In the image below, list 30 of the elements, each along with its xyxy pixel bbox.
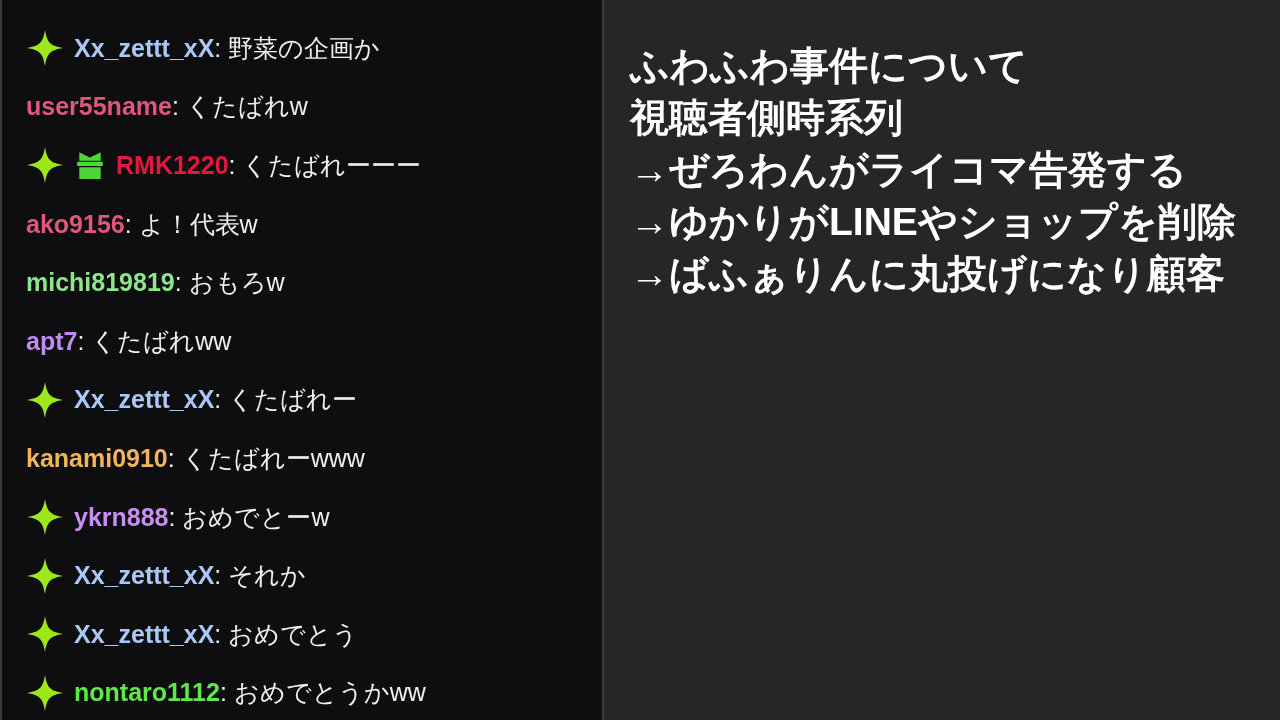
gift-icon [74, 150, 106, 181]
message-text: : くたばれw [171, 92, 308, 121]
message-text: : おめでとーw [168, 502, 330, 531]
username: Xx_zettt_xX [74, 619, 215, 648]
username: ykrn888 [74, 502, 169, 531]
message-text: : くたばれー [214, 385, 358, 414]
message-text: : くたばれーーー [228, 151, 422, 179]
message-text: : おもろw [174, 268, 285, 297]
message-text: : それか [214, 561, 307, 590]
message-text: : おめでとうかww [219, 678, 426, 707]
username: Xx_zettt_xX [74, 385, 215, 414]
message-text: : よ！代表w [124, 209, 258, 238]
username: apt7 [26, 326, 78, 355]
message-text: : くたばれww [77, 326, 232, 355]
note-line: ふわふわ事件について [630, 43, 1029, 89]
username: kanami0910 [26, 443, 168, 472]
username: Xx_zettt_xX [74, 561, 215, 590]
note-line: →ゆかりがLINEやショップを削除 [630, 199, 1237, 245]
note-line: →ばふぁりんに丸投げになり顧客 [630, 251, 1226, 298]
username: ako9156 [26, 209, 125, 238]
username: nontaro1112 [74, 678, 220, 707]
message-text: : くたばれーwww [167, 443, 365, 472]
message-text: : 野菜の企画か [214, 33, 381, 62]
message-text: : おめでとう [214, 619, 359, 648]
username: RMK1220 [116, 151, 229, 179]
username: michi819819 [26, 268, 175, 297]
username: user55name [26, 92, 172, 121]
note-line: →ぜろわんがライコマ告発する [630, 147, 1188, 193]
note-line: 視聴者側時系列 [630, 95, 904, 141]
username: Xx_zettt_xX [74, 33, 215, 62]
